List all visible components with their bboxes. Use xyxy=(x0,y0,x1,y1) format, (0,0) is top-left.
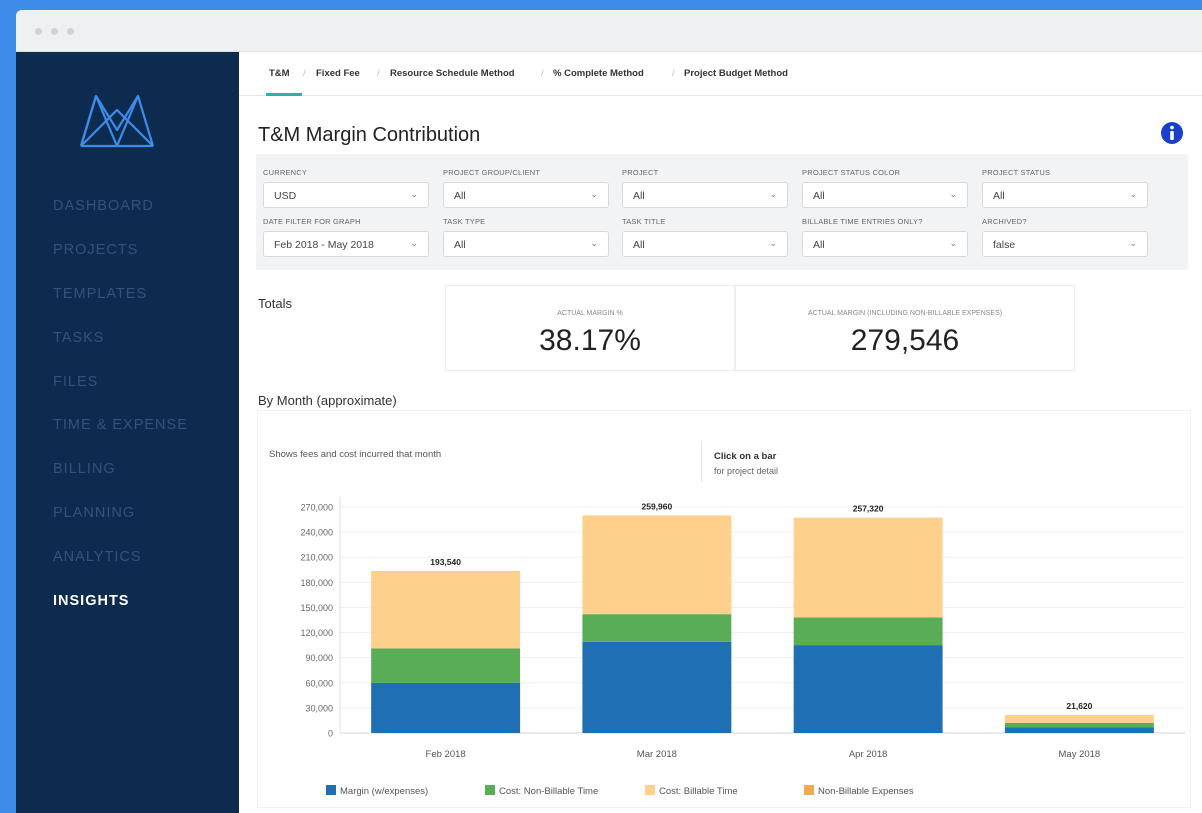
x-tick-label: May 2018 xyxy=(1059,749,1101,760)
window-maximize-dot[interactable] xyxy=(67,28,74,35)
legend-swatch xyxy=(326,785,336,795)
sidebar-item-tasks[interactable]: TASKS xyxy=(53,330,104,346)
stacked-bar-chart: 0 30,000 60,000 90,000 120,000 150,000 180,000… xyxy=(300,497,1185,760)
sidebar-item-files[interactable]: FILES xyxy=(53,374,98,390)
legend-swatch xyxy=(645,785,655,795)
y-tick-label: 120,000 xyxy=(300,628,333,638)
y-tick-label: 30,000 xyxy=(305,703,333,713)
bar-segment[interactable] xyxy=(582,614,732,642)
window-titlebar xyxy=(16,10,1202,52)
bar-segment[interactable] xyxy=(793,517,943,618)
legend-label: Non-Billable Expenses xyxy=(818,786,914,797)
legend-label: Cost: Billable Time xyxy=(659,786,738,797)
y-tick-label: 150,000 xyxy=(300,603,333,613)
legend-item[interactable]: Cost: Billable Time xyxy=(645,785,738,799)
bar-segment[interactable] xyxy=(1004,714,1154,723)
sidebar-item-insights[interactable]: INSIGHTS xyxy=(53,593,129,609)
legend-item[interactable]: Margin (w/expenses) xyxy=(326,785,428,799)
y-tick-label: 210,000 xyxy=(300,553,333,563)
app-window: DASHBOARD PROJECTS TEMPLATES TASKS FILES… xyxy=(16,10,1202,813)
bar-segment[interactable] xyxy=(371,682,521,733)
y-tick-label: 180,000 xyxy=(300,578,333,588)
sidebar-item-time-expense[interactable]: TIME & EXPENSE xyxy=(53,417,188,433)
bar-total-label: 257,320 xyxy=(853,504,884,514)
legend-item[interactable]: Non-Billable Expenses xyxy=(804,785,914,799)
mavenlink-logo-icon[interactable] xyxy=(78,90,156,148)
sidebar-item-dashboard[interactable]: DASHBOARD xyxy=(53,198,154,214)
y-tick-label: 0 xyxy=(328,729,333,739)
legend-swatch xyxy=(804,785,814,795)
bar-segment[interactable] xyxy=(793,645,943,733)
sidebar-item-projects[interactable]: PROJECTS xyxy=(53,242,138,258)
x-tick-label: Feb 2018 xyxy=(426,749,466,760)
bar-segment[interactable] xyxy=(371,648,521,683)
sidebar-item-billing[interactable]: BILLING xyxy=(53,461,116,477)
legend-label: Margin (w/expenses) xyxy=(340,786,429,797)
window-minimize-dot[interactable] xyxy=(51,28,58,35)
sidebar: DASHBOARD PROJECTS TEMPLATES TASKS FILES… xyxy=(16,52,239,813)
bar-total-label: 193,540 xyxy=(430,557,461,567)
bar-total-label: 259,960 xyxy=(642,501,673,511)
bar-segment[interactable] xyxy=(793,617,943,646)
window-close-dot[interactable] xyxy=(35,28,42,35)
main-content: T&M / Fixed Fee / Resource Schedule Meth… xyxy=(239,52,1202,813)
bar-segment[interactable] xyxy=(371,570,521,649)
sidebar-item-planning[interactable]: PLANNING xyxy=(53,505,135,521)
y-tick-label: 60,000 xyxy=(305,678,333,688)
legend-swatch xyxy=(485,785,495,795)
bar-total-label: 21,620 xyxy=(1066,701,1092,711)
x-tick-label: Apr 2018 xyxy=(849,749,888,760)
bar-segment[interactable] xyxy=(1004,727,1154,733)
legend-item[interactable]: Cost: Non-Billable Time xyxy=(485,785,598,799)
legend-label: Cost: Non-Billable Time xyxy=(499,786,599,797)
bar-segment[interactable] xyxy=(582,515,732,615)
y-tick-label: 240,000 xyxy=(300,528,333,538)
y-tick-label: 270,000 xyxy=(300,503,333,513)
bar-segment[interactable] xyxy=(1004,722,1154,728)
sidebar-item-templates[interactable]: TEMPLATES xyxy=(53,286,147,302)
bar-segment[interactable] xyxy=(582,641,732,733)
x-tick-label: Mar 2018 xyxy=(637,749,677,760)
sidebar-item-analytics[interactable]: ANALYTICS xyxy=(53,549,142,565)
y-tick-label: 90,000 xyxy=(305,653,333,663)
